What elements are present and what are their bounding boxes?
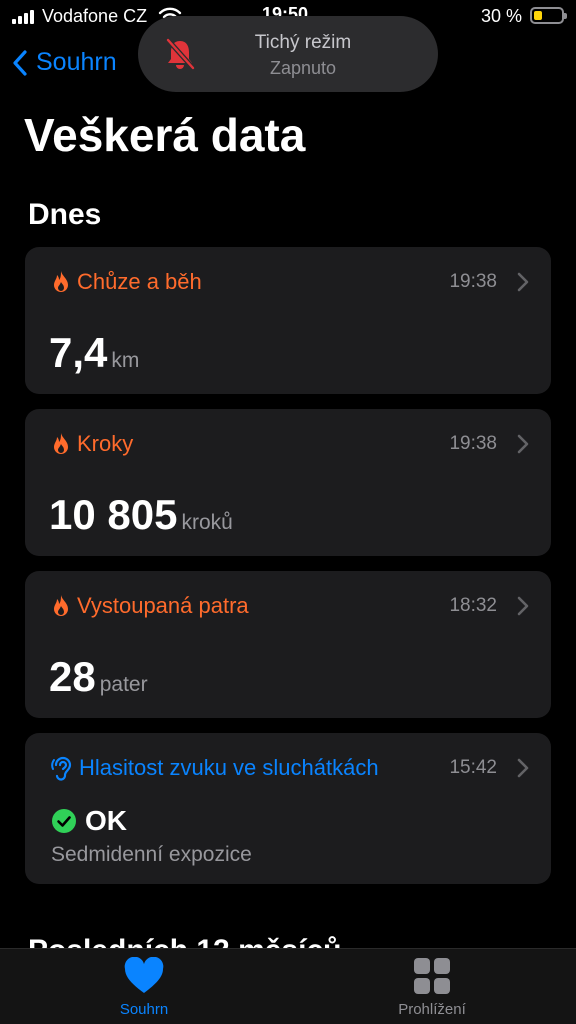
value-number: 10 805 (49, 491, 178, 538)
value-number: 28 (49, 653, 96, 700)
card-time: 15:42 (449, 757, 497, 778)
flame-icon (54, 595, 68, 616)
exposure-detail: Sedmidenní expozice (51, 843, 252, 866)
value-number: 7,4 (49, 329, 108, 376)
chevron-right-icon (517, 272, 529, 292)
tab-browse-label: Prohlížení (398, 1001, 466, 1018)
value-unit: km (111, 349, 140, 372)
value-unit: kroků (181, 511, 233, 534)
ear-icon (51, 756, 72, 781)
back-button[interactable]: Souhrn (12, 48, 117, 77)
cellular-signal-icon (12, 10, 34, 24)
card-title: Kroky (77, 431, 134, 456)
back-label: Souhrn (36, 48, 117, 76)
battery-level (534, 11, 542, 20)
section-title-today: Dnes (28, 198, 102, 231)
battery-icon (530, 7, 567, 24)
page-title: Veškerá data (24, 109, 306, 161)
card-walking-running[interactable]: Chůze a běh 19:38 7,4 km (25, 247, 551, 394)
banner-subtitle: Zapnuto (269, 58, 337, 78)
banner-title: Tichý režim (254, 32, 352, 53)
card-time: 18:32 (449, 595, 497, 616)
card-value: 28 pater (49, 653, 148, 701)
card-steps[interactable]: Kroky 19:38 10 805 kroků (25, 409, 551, 556)
silent-mode-banner: Tichý režim Zapnuto (138, 16, 438, 92)
card-title: Chůze a běh (77, 269, 202, 294)
card-value: 10 805 kroků (49, 491, 233, 539)
chevron-right-icon (517, 434, 529, 454)
chevron-left-icon (13, 49, 27, 76)
card-time: 19:38 (449, 433, 497, 454)
battery-percent: 30 % (481, 6, 523, 26)
heart-icon (124, 957, 164, 993)
tab-bar: Souhrn Prohlížení (0, 948, 576, 1024)
card-title: Vystoupaná patra (77, 593, 249, 618)
status-row: OK (51, 805, 127, 837)
grid-icon (414, 958, 450, 994)
card-time: 19:38 (449, 271, 497, 292)
card-value: 7,4 km (49, 329, 139, 377)
card-flights-climbed[interactable]: Vystoupaná patra 18:32 28 pater (25, 571, 551, 718)
status-ok: OK (85, 805, 127, 836)
chevron-right-icon (517, 758, 529, 778)
tab-browse[interactable]: Prohlížení (382, 957, 482, 1018)
card-title: Hlasitost zvuku ve sluchátkách (79, 755, 379, 780)
flame-icon (54, 271, 68, 292)
value-unit: pater (99, 673, 148, 696)
flame-icon (54, 433, 68, 454)
chevron-right-icon (517, 596, 529, 616)
carrier-name: Vodafone CZ (42, 6, 148, 26)
card-headphone-audio[interactable]: Hlasitost zvuku ve sluchátkách 15:42 OK … (25, 733, 551, 884)
tab-summary-label: Souhrn (119, 1001, 169, 1018)
tab-summary[interactable]: Souhrn (104, 957, 184, 1018)
checkmark-circle-icon (52, 809, 76, 833)
